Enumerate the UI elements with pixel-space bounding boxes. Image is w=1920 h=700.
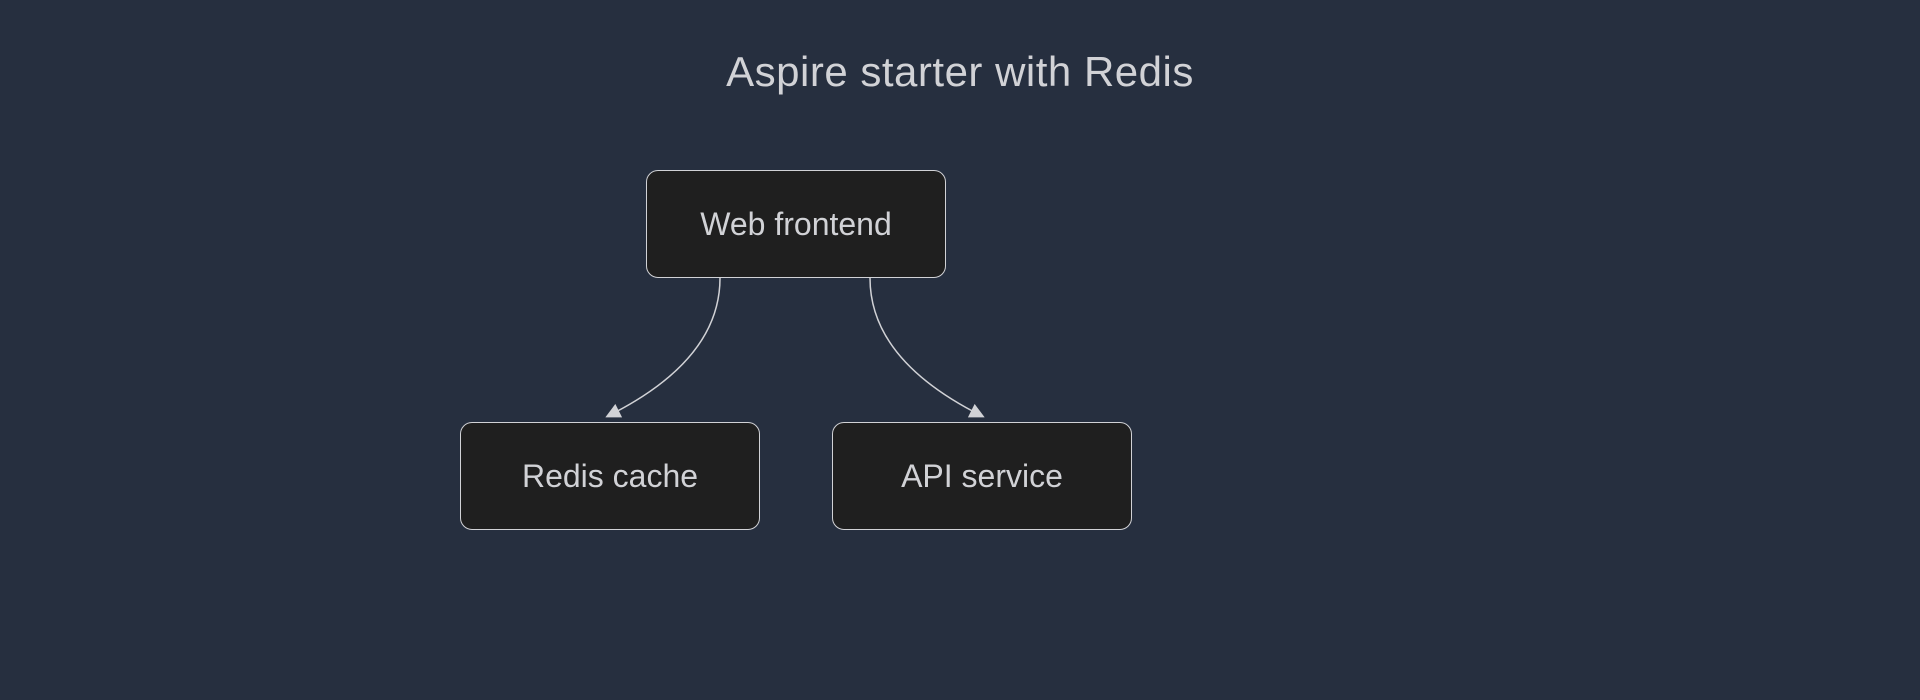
connector-frontend-to-api xyxy=(870,278,982,416)
node-label: Web frontend xyxy=(700,206,892,243)
node-web-frontend: Web frontend xyxy=(646,170,946,278)
node-redis-cache: Redis cache xyxy=(460,422,760,530)
diagram-title: Aspire starter with Redis xyxy=(726,48,1194,96)
node-api-service: API service xyxy=(832,422,1132,530)
node-label: Redis cache xyxy=(522,458,698,495)
connector-frontend-to-redis xyxy=(608,278,720,416)
node-label: API service xyxy=(901,458,1063,495)
connectors-layer xyxy=(0,0,1920,700)
